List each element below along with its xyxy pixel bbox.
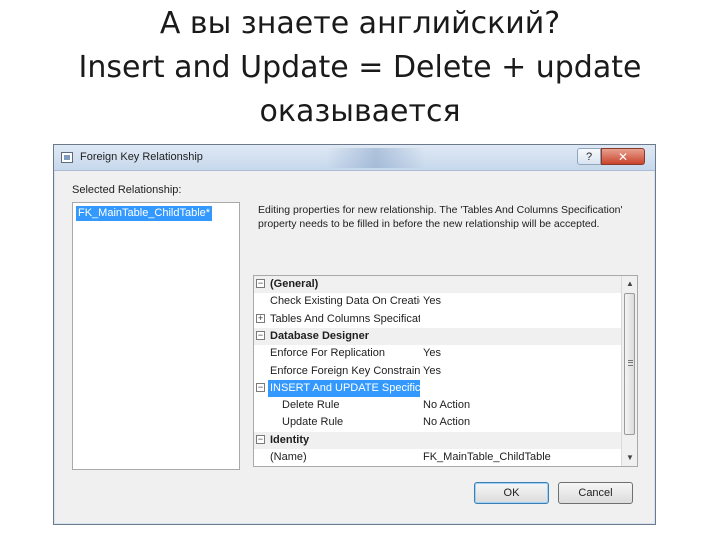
property-name: INSERT And UPDATE Specificat — [268, 380, 420, 397]
window-icon — [61, 152, 73, 163]
scroll-up-arrow-icon[interactable]: ▲ — [622, 276, 637, 292]
property-name: Enforce For Replication — [270, 347, 385, 359]
collapse-icon[interactable]: − — [256, 435, 265, 444]
property-value[interactable]: Yes — [423, 345, 621, 362]
slide-title: А вы знаете английский? Insert and Updat… — [0, 2, 720, 134]
property-description: Editing properties for new relationship.… — [253, 202, 638, 246]
background-window-fragment — [326, 148, 426, 168]
relationship-item[interactable]: FK_MainTable_ChildTable* — [76, 206, 213, 221]
collapse-icon[interactable]: − — [256, 279, 265, 288]
property-row[interactable]: (Name) FK_MainTable_ChildTable — [254, 449, 622, 466]
property-name: Update Rule — [282, 416, 344, 428]
property-row[interactable]: Enforce For Replication Yes — [254, 345, 622, 362]
property-value[interactable]: FK_MainTable_ChildTable — [423, 449, 621, 466]
property-name: (General) — [270, 278, 319, 290]
property-row[interactable]: Check Existing Data On Creatio Yes — [254, 293, 622, 310]
property-category-row[interactable]: − Database Designer — [254, 328, 622, 345]
property-grid[interactable]: − (General) Check Existing Data On Creatio… — [253, 275, 638, 467]
grip-icon — [628, 360, 633, 366]
property-category-row[interactable]: − Identity — [254, 432, 622, 449]
cancel-button[interactable]: Cancel — [558, 482, 633, 504]
property-name: Check Existing Data On Creatio — [270, 295, 420, 307]
property-name: Delete Rule — [282, 399, 340, 411]
dialog-title: Foreign Key Relationship — [80, 151, 203, 163]
property-row[interactable]: − INSERT And UPDATE Specificat — [254, 380, 622, 397]
property-row[interactable]: Update Rule No Action — [254, 414, 622, 431]
property-name: Identity — [270, 434, 310, 446]
property-value[interactable]: No Action — [423, 414, 621, 431]
foreign-key-relationship-dialog: Foreign Key Relationship ? ✕ Selected Re… — [53, 144, 656, 525]
slide-title-line-2: Insert and Update = Delete + update — [78, 50, 642, 85]
selected-relationship-label: Selected Relationship: — [72, 184, 182, 196]
property-name: (Name) — [270, 451, 307, 463]
help-button[interactable]: ? — [577, 148, 601, 165]
property-name: Database Designer — [270, 330, 370, 342]
property-category-row[interactable]: − (General) — [254, 276, 622, 293]
slide-title-line-1: А вы знаете английский? — [159, 6, 561, 41]
close-button[interactable]: ✕ — [601, 148, 645, 165]
scroll-down-arrow-icon[interactable]: ▼ — [622, 450, 637, 466]
relationship-list[interactable]: FK_MainTable_ChildTable* — [72, 202, 240, 470]
property-value[interactable]: Yes — [423, 293, 621, 310]
property-row[interactable]: Delete Rule No Action — [254, 397, 622, 414]
property-name: Tables And Columns Specificat — [270, 313, 420, 325]
property-value[interactable]: Yes — [423, 363, 621, 380]
scroll-thumb[interactable] — [624, 293, 635, 435]
slide-title-line-3: оказывается — [259, 94, 461, 129]
property-name: Enforce Foreign Key Constraint — [270, 365, 420, 377]
ok-button[interactable]: OK — [474, 482, 549, 504]
expand-icon[interactable]: + — [256, 314, 265, 323]
collapse-icon[interactable]: − — [256, 331, 265, 340]
property-row[interactable]: + Tables And Columns Specificat — [254, 311, 622, 328]
property-row[interactable]: Enforce Foreign Key Constraint Yes — [254, 363, 622, 380]
dialog-titlebar[interactable]: Foreign Key Relationship ? ✕ — [54, 145, 655, 171]
property-value[interactable]: No Action — [423, 397, 621, 414]
collapse-icon[interactable]: − — [256, 383, 265, 392]
property-grid-scrollbar[interactable]: ▲ ▼ — [621, 276, 637, 466]
